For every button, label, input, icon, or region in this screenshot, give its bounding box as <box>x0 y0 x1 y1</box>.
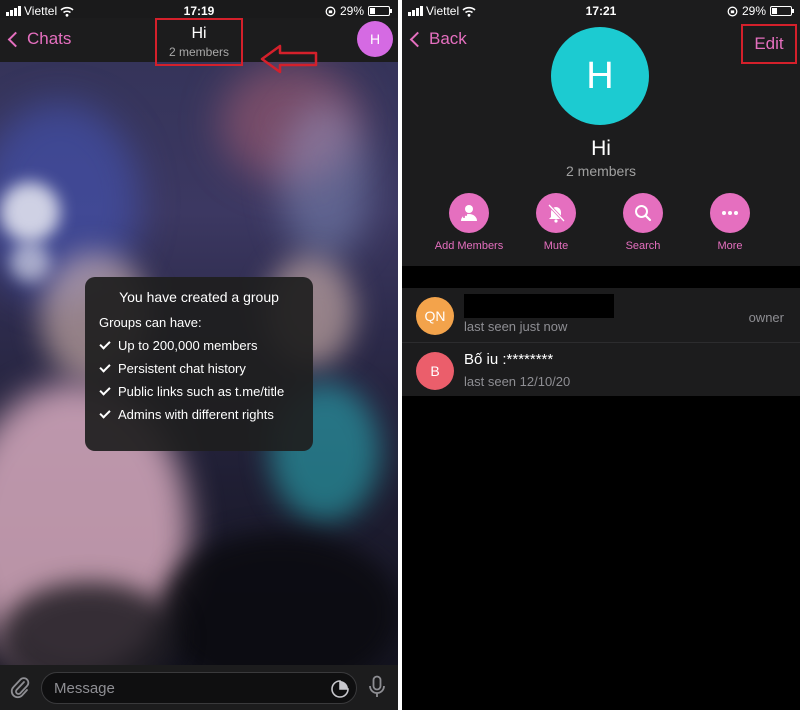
battery-icon <box>770 6 794 16</box>
more-button[interactable]: More <box>685 193 775 252</box>
chat-header: Chats Hi 2 members H <box>0 18 398 74</box>
member-name: Bố iu :******** <box>464 351 554 368</box>
battery-percent: 29% <box>339 4 364 18</box>
back-button[interactable]: Back <box>408 29 467 49</box>
edit-button[interactable]: Edit <box>741 24 797 64</box>
member-row[interactable]: QN last seen just now owner <box>402 288 800 342</box>
avatar-letter: H <box>586 54 614 97</box>
chevron-left-icon <box>7 31 24 47</box>
group-name: Hi <box>591 137 611 160</box>
battery-percent: 29% <box>741 4 766 18</box>
card-intro: Groups can have: <box>99 315 202 330</box>
group-member-count: 2 members <box>565 163 637 179</box>
rotation-lock-icon <box>727 6 738 16</box>
message-input[interactable] <box>54 678 314 698</box>
edit-label: Edit <box>754 34 784 53</box>
action-label: Mute <box>543 240 569 252</box>
chat-title[interactable]: Hi 2 members <box>155 18 243 66</box>
member-avatar: B <box>416 352 454 390</box>
card-item: Up to 200,000 members <box>99 338 299 353</box>
group-member-count: 2 members <box>168 45 230 59</box>
battery-icon <box>368 6 392 16</box>
chat-screen: Viettel 17:19 29% Chats Hi 2 members H Y… <box>0 0 398 710</box>
more-icon <box>722 211 738 215</box>
mute-button[interactable]: Mute <box>511 193 601 252</box>
arrow-annotation-icon <box>260 44 318 74</box>
card-item: Public links such as t.me/title <box>99 384 299 399</box>
avatar-letter: H <box>369 31 381 47</box>
bell-off-icon <box>547 203 566 223</box>
member-last-seen: last seen just now <box>464 319 568 334</box>
member-last-seen: last seen 12/10/20 <box>464 374 571 389</box>
action-label: More <box>717 240 743 252</box>
chevron-left-icon <box>409 31 426 47</box>
back-to-chats-button[interactable]: Chats <box>6 29 71 49</box>
action-label: Search <box>625 240 661 252</box>
member-avatar: QN <box>416 297 454 335</box>
rotation-lock-icon <box>325 6 336 16</box>
card-heading: You have created a group <box>119 289 279 305</box>
add-members-button[interactable]: Add Members <box>424 193 514 252</box>
member-row[interactable]: B Bố iu :******** last seen 12/10/20 <box>402 342 800 396</box>
attach-paperclip-icon[interactable] <box>10 675 30 699</box>
back-label: Back <box>429 29 467 48</box>
group-created-card: You have created a group Groups can have… <box>85 277 313 451</box>
search-icon <box>635 205 652 222</box>
check-icon <box>99 361 111 373</box>
check-icon <box>99 407 111 419</box>
group-avatar-button[interactable]: H <box>357 21 393 57</box>
section-gap <box>402 266 800 288</box>
microphone-icon[interactable] <box>368 675 386 699</box>
action-label: Add Members <box>434 240 504 252</box>
search-button[interactable]: Search <box>598 193 688 252</box>
message-field-container <box>41 672 357 704</box>
action-buttons: Add Members Mute Search More <box>402 193 800 255</box>
group-info-screen: Viettel 17:21 29% Back Edit H Hi 2 membe… <box>402 0 800 710</box>
message-input-bar <box>0 665 398 710</box>
status-bar: Viettel 17:21 29% <box>402 0 800 22</box>
check-icon <box>99 338 111 350</box>
add-person-icon <box>461 205 477 221</box>
redacted-name <box>464 294 614 318</box>
sticker-icon[interactable] <box>330 679 350 699</box>
members-list: QN last seen just now owner B Bố iu :***… <box>402 288 800 396</box>
group-avatar[interactable]: H <box>551 27 649 125</box>
card-item: Persistent chat history <box>99 361 299 376</box>
back-label: Chats <box>27 29 72 48</box>
card-item: Admins with different rights <box>99 407 299 422</box>
member-role: owner <box>748 310 784 325</box>
group-title: Hi <box>191 25 207 42</box>
check-icon <box>99 384 111 396</box>
